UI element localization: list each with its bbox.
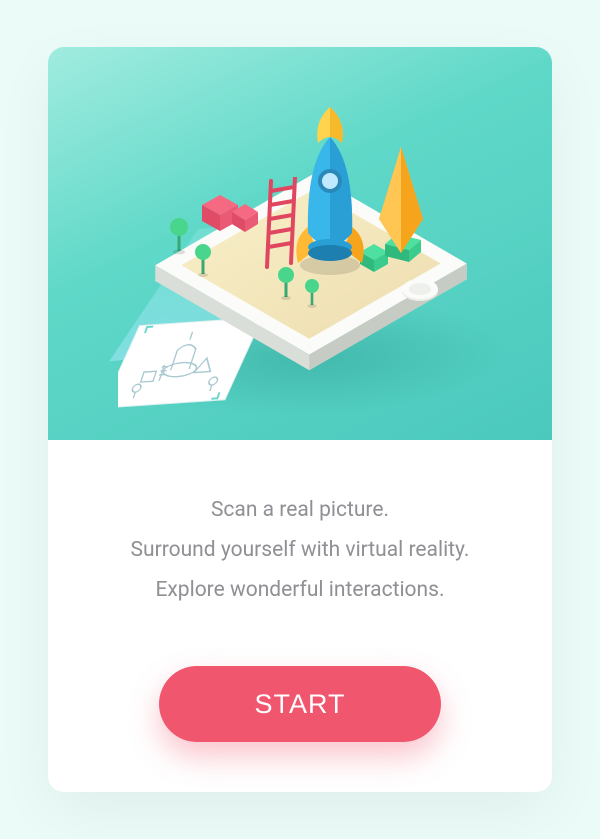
description-line: Scan a real picture. [211,498,389,522]
onboarding-card: Scan a real picture. Surround yourself w… [48,47,552,792]
home-button-icon [398,277,442,305]
description-line: Surround yourself with virtual reality. [131,538,470,562]
description-text: Scan a real picture. Surround yourself w… [131,490,470,610]
rocket-icon [290,107,370,277]
cube-icon [230,203,260,233]
start-button[interactable]: START [159,666,441,742]
ar-phone-scene [48,47,552,440]
crystal-icon [373,147,429,257]
onboarding-content: Scan a real picture. Surround yourself w… [48,440,552,792]
tree-icon [193,242,213,278]
tree-icon [168,215,190,255]
hero-illustration [48,47,552,440]
description-line: Explore wonderful interactions. [155,578,444,602]
tree-icon [303,277,321,309]
